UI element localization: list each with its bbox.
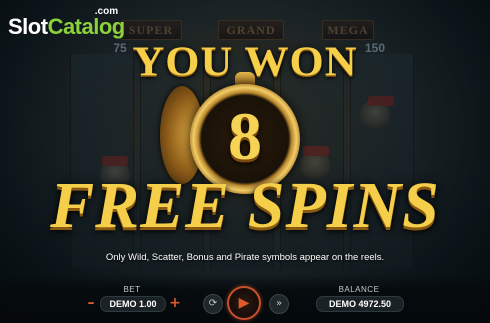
wild-badge: [102, 156, 128, 166]
bet-label: BET: [123, 285, 141, 294]
wild-badge: [303, 146, 329, 156]
slotcatalog-logo: Slot Catalog .com: [8, 4, 125, 39]
free-spins-count: 8: [228, 98, 262, 174]
logo-slot-text: Slot: [8, 14, 48, 39]
minus-icon[interactable]: –: [84, 296, 98, 310]
feature-info-text: Only Wild, Scatter, Bonus and Pirate sym…: [105, 252, 385, 263]
wild-badge: [368, 96, 394, 106]
logo-catalog-text: Catalog: [47, 14, 126, 39]
turbo-icon[interactable]: »: [269, 294, 289, 314]
balance-value: DEMO 4972.50: [316, 296, 404, 312]
play-icon: ▶: [238, 295, 250, 311]
spin-button[interactable]: ▶: [227, 286, 261, 320]
balance-label: BALANCE: [338, 285, 380, 294]
plus-icon[interactable]: +: [168, 296, 182, 310]
autoplay-icon[interactable]: ⟳: [203, 294, 223, 314]
free-spins-heading: FREE SPINS: [50, 169, 440, 242]
bet-value: DEMO 1.00: [100, 296, 166, 312]
logo-com-text: .com: [94, 6, 119, 17]
game-screen: SUPER GRAND MEGA 75 150 Slot Catalog .co…: [0, 0, 490, 323]
